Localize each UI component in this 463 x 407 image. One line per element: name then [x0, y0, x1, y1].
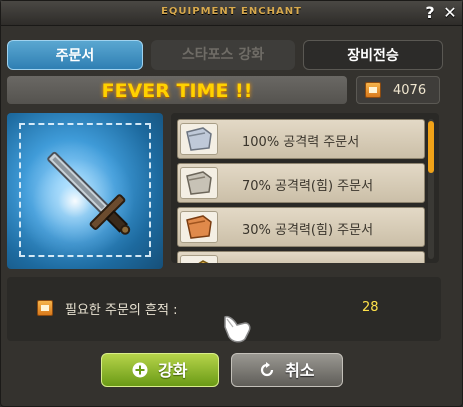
cancel-label: 취소	[285, 361, 315, 380]
scroll-icon	[180, 255, 218, 263]
scroll-trace-icon	[37, 300, 53, 316]
scroll-icon	[180, 167, 218, 199]
titlebar: EQUIPMENT ENCHANT ? ✕	[1, 1, 462, 26]
plus-circle-icon	[132, 354, 148, 388]
scroll-name: 100% 공격력 주문서	[242, 135, 360, 150]
scroll-icon	[180, 211, 218, 243]
cancel-button[interactable]: 취소	[231, 353, 343, 387]
sword-icon	[47, 151, 131, 235]
equipment-enchant-window: EQUIPMENT ENCHANT ? ✕ 주문서 스타포스 강화 장비전승 F…	[0, 0, 463, 407]
scroll-trace-icon	[365, 82, 381, 98]
close-icon[interactable]: ✕	[441, 4, 459, 22]
tab-scroll[interactable]: 주문서	[7, 40, 143, 70]
scroll-icon	[180, 123, 218, 155]
scroll-list-item[interactable]: 100% 공격력 주문서	[177, 119, 425, 159]
scroll-list-item[interactable]: 30% 공격력(힘) 주문서	[177, 207, 425, 247]
scroll-name: 30% 공격력(힘) 주문서	[242, 223, 374, 238]
enhance-button[interactable]: 강화	[101, 353, 219, 387]
equipment-slot[interactable]	[7, 113, 163, 269]
scroll-list-item[interactable]: 70% 공격력(힘) 주문서	[177, 163, 425, 203]
scroll-name: 70% 공격력(힘) 주문서	[242, 179, 374, 194]
scroll-trace-amount: 4076	[393, 83, 427, 98]
tab-equipment-transfer[interactable]: 장비전승	[303, 40, 443, 70]
cost-label: 필요한 주문의 흔적 :	[65, 303, 178, 318]
scroll-list: 100% 공격력 주문서 70% 공격력(힘) 주문서 30% 공격력(힘) 주…	[171, 113, 439, 263]
scrollbar-thumb[interactable]	[428, 121, 434, 173]
help-icon[interactable]: ?	[421, 4, 439, 22]
hand-cursor-icon	[224, 315, 251, 343]
scroll-list-item[interactable]	[177, 251, 425, 263]
refresh-icon	[259, 354, 275, 388]
enhance-label: 강화	[158, 361, 188, 380]
scroll-list-scrollbar[interactable]	[428, 119, 434, 259]
fever-text: FEVER TIME !!	[101, 80, 253, 102]
window-title: EQUIPMENT ENCHANT	[161, 6, 302, 17]
tab-starforce: 스타포스 강화	[151, 40, 295, 70]
scroll-trace-counter: 4076	[356, 76, 440, 104]
cost-value: 28	[362, 300, 379, 315]
fever-banner: FEVER TIME !!	[7, 76, 347, 104]
tab-bar: 주문서 스타포스 강화 장비전승	[7, 40, 447, 70]
